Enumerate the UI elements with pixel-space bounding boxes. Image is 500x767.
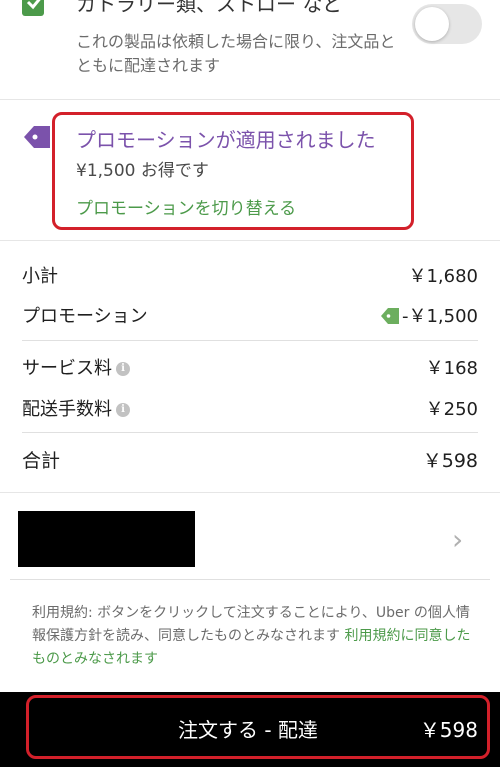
tag-icon	[380, 308, 399, 324]
utensils-description: これの製品は依頼した場合に限り、注文品とともに配達されます	[76, 32, 396, 75]
order-button-price: ￥598	[419, 718, 478, 742]
total-row: 合計 ￥598	[22, 446, 478, 476]
tag-icon	[24, 126, 50, 148]
service-fee-row: サービス料 i ￥168	[22, 354, 478, 384]
terms-text: 利用規約: ボタンをクリックして注文することにより、Uber の個人情報保護方針…	[32, 602, 480, 671]
info-icon[interactable]: i	[116, 403, 130, 417]
divider	[0, 240, 500, 241]
toggle-knob	[415, 7, 449, 41]
delivery-fee-label: 配送手数料	[22, 399, 112, 420]
promotion-title: プロモーションが適用されました	[76, 128, 376, 152]
delivery-fee-value: ￥250	[425, 399, 478, 420]
total-label: 合計	[22, 450, 61, 472]
divider	[0, 99, 500, 100]
promotion-value-wrap: -￥1,500	[380, 302, 478, 328]
delivery-fee-label-wrap: 配送手数料 i	[22, 395, 130, 421]
promotion-savings: ¥1,500 お得です	[76, 161, 209, 181]
chevron-right-icon[interactable]: ›	[452, 523, 463, 556]
leaf-icon	[22, 0, 44, 16]
utensils-title: カトラリー類、ストロー など	[76, 0, 343, 16]
divider	[10, 579, 490, 580]
promotion-row: プロモーション -￥1,500	[22, 302, 478, 332]
divider	[22, 432, 478, 433]
subtotal-value: ￥1,680	[408, 266, 478, 287]
info-icon[interactable]: i	[116, 362, 130, 376]
divider	[22, 340, 478, 341]
payment-method-redacted[interactable]	[18, 511, 195, 567]
utensils-section: カトラリー類、ストロー など これの製品は依頼した場合に限り、注文品とともに配達…	[0, 0, 500, 100]
subtotal-label: 小計	[22, 266, 58, 287]
total-value: ￥598	[422, 450, 478, 472]
promotion-value: -￥1,500	[401, 306, 478, 327]
service-fee-label: サービス料	[22, 358, 112, 379]
service-fee-label-wrap: サービス料 i	[22, 354, 130, 380]
delivery-fee-row: 配送手数料 i ￥250	[22, 395, 478, 425]
divider	[0, 492, 500, 493]
utensils-toggle[interactable]	[412, 4, 482, 44]
subtotal-row: 小計 ￥1,680	[22, 262, 478, 292]
switch-promotion-link[interactable]: プロモーションを切り替える	[76, 194, 296, 219]
promotion-label: プロモーション	[22, 306, 148, 327]
service-fee-value: ￥168	[425, 358, 478, 379]
order-button-label: 注文する - 配達	[178, 718, 318, 742]
